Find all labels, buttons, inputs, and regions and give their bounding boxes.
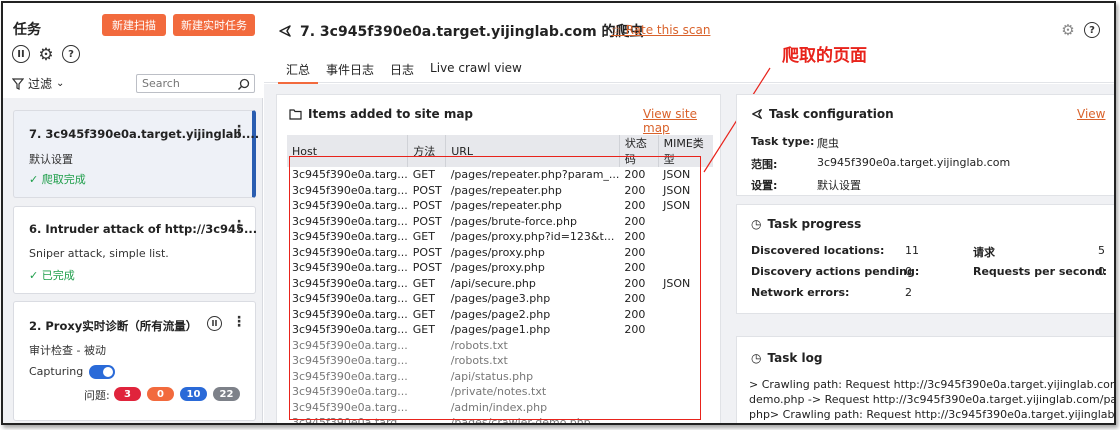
- task-subtitle: Sniper attack, simple list.: [29, 247, 169, 260]
- issue-badge-info[interactable]: 22: [213, 387, 240, 401]
- filter-label: 过滤: [28, 77, 53, 91]
- log-output[interactable]: > Crawling path: Request http://3c945f39…: [749, 377, 1116, 422]
- scope-value: 3c945f390e0a.target.yijinglab.com: [817, 156, 1011, 169]
- chevron-down-icon: ⌄: [56, 78, 65, 89]
- task-type-key: Task type:: [751, 135, 815, 148]
- filter-dropdown[interactable]: 过滤 ⌄: [12, 75, 64, 92]
- task-title: 6. Intruder attack of http://3c945...: [29, 222, 258, 236]
- log-title: ◷ Task log: [751, 351, 822, 365]
- sitemap-title: Items added to site map: [289, 107, 473, 121]
- log-line: demo.php -> Request http://3c945f390e0a.…: [749, 393, 1116, 406]
- log-line: > Crawling path: Request http://3c945f39…: [749, 378, 1116, 391]
- tab-event-log[interactable]: 事件日志: [318, 61, 382, 84]
- new-live-task-button[interactable]: 新建实时任务: [173, 14, 255, 36]
- search-field[interactable]: [136, 74, 255, 93]
- tasks-title: 任务: [13, 22, 41, 38]
- task-status: ✓ 爬取完成: [29, 173, 86, 186]
- search-input[interactable]: [137, 75, 232, 92]
- issue-badge-medium[interactable]: 0: [147, 387, 174, 401]
- rate-scan-link[interactable]: ☆ Rate this scan: [611, 23, 710, 37]
- page-title: 7. 3c945f390e0a.target.yijinglab.com 的爬虫: [278, 21, 644, 41]
- summary-content: Items added to site map View site map Ho…: [264, 67, 1116, 423]
- crawler-icon: [752, 109, 762, 119]
- config-title-text: Task configuration: [769, 107, 894, 121]
- annotation-label: 爬取的页面: [782, 46, 867, 66]
- kebab-menu-icon[interactable]: ⋮: [232, 314, 246, 330]
- errors-key: Network errors:: [751, 286, 850, 299]
- gear-icon[interactable]: ⚙: [36, 45, 56, 65]
- capturing-toggle[interactable]: [89, 365, 115, 379]
- search-icon: [238, 78, 250, 90]
- task-title: 2. Proxy实时诊断（所有流量）: [29, 319, 198, 333]
- log-line: php> Crawling path: Request http://3c945…: [749, 408, 1116, 421]
- requests-value: 5: [1098, 244, 1105, 257]
- scope-key: 范围:: [751, 158, 778, 171]
- view-config-link[interactable]: View: [1077, 107, 1105, 121]
- task-subtitle: 默认设置: [29, 153, 73, 166]
- header-icons: ⚙ ?: [1060, 21, 1100, 39]
- help-icon[interactable]: ?: [62, 45, 80, 63]
- help-icon[interactable]: ?: [1084, 22, 1100, 38]
- errors-value: 2: [905, 286, 912, 299]
- tab-live-crawl-view[interactable]: Live crawl view: [422, 61, 530, 84]
- clock-icon: ◷: [751, 351, 762, 365]
- task-card-2[interactable]: 2. Proxy实时诊断（所有流量） II ⋮ 审计检查 - 被动 Captur…: [13, 301, 256, 421]
- highlight-box: [289, 156, 701, 420]
- page-title-text: 7. 3c945f390e0a.target.yijinglab.com 的爬虫: [300, 24, 644, 40]
- new-scan-button[interactable]: 新建扫描: [102, 14, 166, 36]
- issues-label: 问题:: [84, 389, 110, 402]
- rps-value: 0: [1098, 265, 1105, 278]
- tab-log[interactable]: 日志: [382, 61, 422, 84]
- task-progress-panel: ◷ Task progress Discovered locations: 11…: [736, 204, 1114, 314]
- pending-value: 0: [905, 265, 912, 278]
- clock-icon: ◷: [751, 217, 762, 231]
- task-card-6[interactable]: 6. Intruder attack of http://3c945... ⋮ …: [13, 206, 258, 294]
- sitemap-title-text: Items added to site map: [308, 107, 474, 121]
- config-title: Task configuration: [751, 107, 894, 121]
- requests-key: 请求: [973, 246, 995, 259]
- progress-title-text: Task progress: [767, 217, 862, 231]
- task-log-panel: ◷ Task log > Crawling path: Request http…: [736, 336, 1116, 423]
- progress-title: ◷ Task progress: [751, 217, 861, 231]
- issue-badge-high[interactable]: 3: [114, 387, 141, 401]
- pending-key: Discovery actions pending:: [751, 265, 920, 278]
- task-type-value: 爬虫: [817, 137, 839, 150]
- crawler-icon: [279, 25, 291, 37]
- task-title: 7. 3c945f390e0a.target.yijinglab....: [29, 127, 260, 141]
- detail-tabs: 汇总 事件日志 日志 Live crawl view: [278, 61, 530, 84]
- app-window: 任务 新建扫描 新建实时任务 II ⚙ ? 过滤 ⌄ 7. 3c945f390e…: [1, 1, 1116, 425]
- pause-icon[interactable]: II: [12, 45, 30, 63]
- task-sidebar: 任务 新建扫描 新建实时任务 II ⚙ ? 过滤 ⌄ 7. 3c945f390e…: [3, 3, 263, 423]
- pause-icon[interactable]: II: [207, 316, 222, 331]
- issue-badge-low[interactable]: 10: [180, 387, 207, 401]
- funnel-icon: [12, 77, 24, 90]
- log-title-text: Task log: [767, 351, 823, 365]
- task-status: ✓ 已完成: [29, 269, 75, 282]
- settings-value: 默认设置: [817, 179, 861, 192]
- task-config-panel: Task configuration View Task type: 爬虫 范围…: [736, 94, 1114, 196]
- tab-summary[interactable]: 汇总: [278, 61, 319, 84]
- task-detail-header: 7. 3c945f390e0a.target.yijinglab.com 的爬虫…: [264, 3, 1114, 84]
- task-sidebar-header: 任务 新建扫描 新建实时任务 II ⚙ ? 过滤 ⌄: [3, 3, 263, 98]
- sitemap-panel: Items added to site map View site map Ho…: [276, 94, 721, 423]
- task-subtitle: 审计检查 - 被动: [29, 344, 106, 357]
- settings-key: 设置:: [751, 179, 778, 192]
- task-detail: 7. 3c945f390e0a.target.yijinglab.com 的爬虫…: [264, 3, 1116, 423]
- kebab-menu-icon[interactable]: ⋮: [232, 218, 246, 234]
- task-controls: II ⚙ ?: [12, 45, 80, 65]
- discovered-value: 11: [905, 244, 919, 257]
- capturing-label: Capturing: [29, 365, 84, 378]
- kebab-menu-icon[interactable]: ⋮: [232, 123, 246, 139]
- rps-key: Requests per second:: [973, 265, 1108, 278]
- discovered-key: Discovered locations:: [751, 244, 885, 257]
- folder-icon: [289, 108, 302, 120]
- task-card-7[interactable]: 7. 3c945f390e0a.target.yijinglab.... ⋮ 默…: [13, 110, 260, 198]
- gear-icon[interactable]: ⚙: [1060, 21, 1076, 39]
